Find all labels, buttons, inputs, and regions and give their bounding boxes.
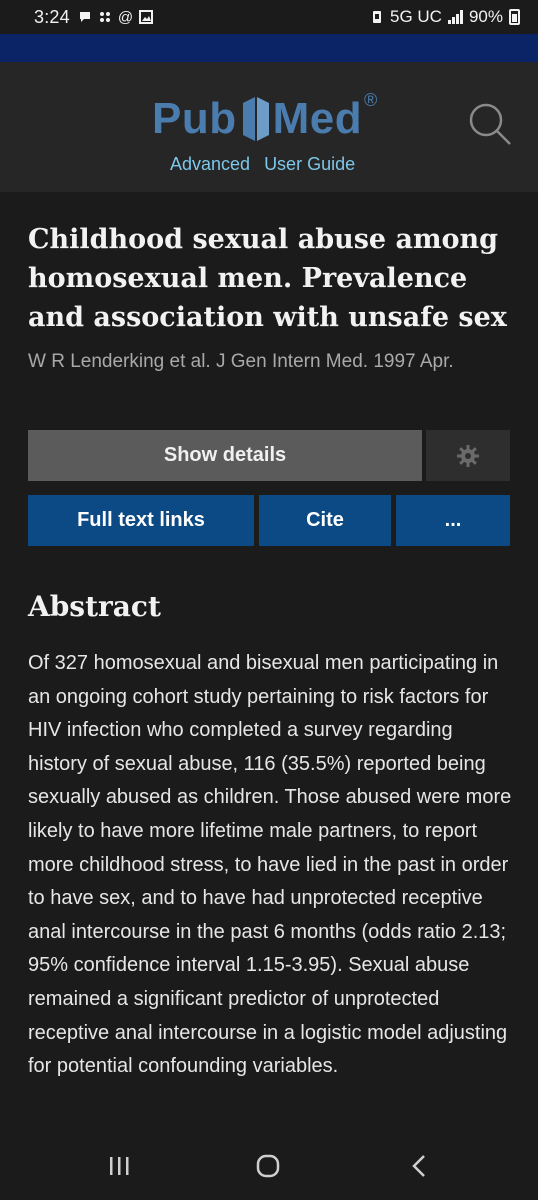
logo-text-med: Med xyxy=(272,94,363,143)
more-actions-button[interactable]: ... xyxy=(396,495,510,546)
details-row: Show details xyxy=(28,430,510,481)
registered-mark: ® xyxy=(364,90,378,110)
search-icon xyxy=(469,103,511,145)
display-options-button[interactable] xyxy=(426,430,510,481)
full-text-links-button[interactable]: Full text links xyxy=(28,495,254,546)
status-bar: 3:24 @ 5G UC 90% xyxy=(0,0,538,34)
cite-button[interactable]: Cite xyxy=(259,495,391,546)
recent-apps-icon xyxy=(110,1157,129,1175)
recent-apps-button[interactable] xyxy=(99,1150,139,1182)
article-citation[interactable]: W R Lenderking et al. J Gen Intern Med. … xyxy=(28,346,508,378)
chat-bubble-icon xyxy=(79,12,90,22)
back-icon xyxy=(412,1155,425,1177)
system-nav-bar xyxy=(0,1132,538,1200)
gear-icon xyxy=(457,444,479,467)
signal-icon xyxy=(447,10,463,24)
image-icon xyxy=(139,10,154,24)
abstract-heading: Abstract xyxy=(28,590,161,623)
show-details-button[interactable]: Show details xyxy=(28,430,422,481)
notification-icons: @ xyxy=(78,8,154,26)
header-links: Advanced User Guide xyxy=(170,154,355,175)
user-guide-link[interactable]: User Guide xyxy=(264,154,355,175)
search-button[interactable] xyxy=(466,100,514,148)
dots-grid-icon xyxy=(99,12,110,22)
abstract-text: Of 327 homosexual and bisexual men parti… xyxy=(28,652,512,1078)
battery-icon xyxy=(509,9,520,25)
home-button[interactable] xyxy=(248,1150,288,1182)
advanced-link[interactable]: Advanced xyxy=(170,154,250,175)
status-left: 3:24 @ xyxy=(34,6,154,28)
network-label: 5G UC xyxy=(390,7,442,26)
logo-text-pub: Pub xyxy=(152,94,237,143)
battery-percent: 90% xyxy=(468,7,503,26)
alarm-lock-icon xyxy=(373,11,381,23)
site-header: Pub Med ® Advanced User Guide xyxy=(0,62,538,192)
book-icon xyxy=(241,95,271,143)
top-banner-strip xyxy=(0,34,538,62)
pubmed-logo[interactable]: Pub Med xyxy=(152,94,362,144)
back-button[interactable] xyxy=(400,1150,440,1182)
actions-row: Full text links Cite ... xyxy=(28,495,510,546)
home-icon xyxy=(256,1154,280,1178)
status-right: 5G UC 90% xyxy=(370,7,520,27)
article-title: Childhood sexual abuse among homosexual … xyxy=(28,224,507,333)
at-sign-icon: @ xyxy=(117,8,134,26)
status-time: 3:24 xyxy=(34,6,70,27)
